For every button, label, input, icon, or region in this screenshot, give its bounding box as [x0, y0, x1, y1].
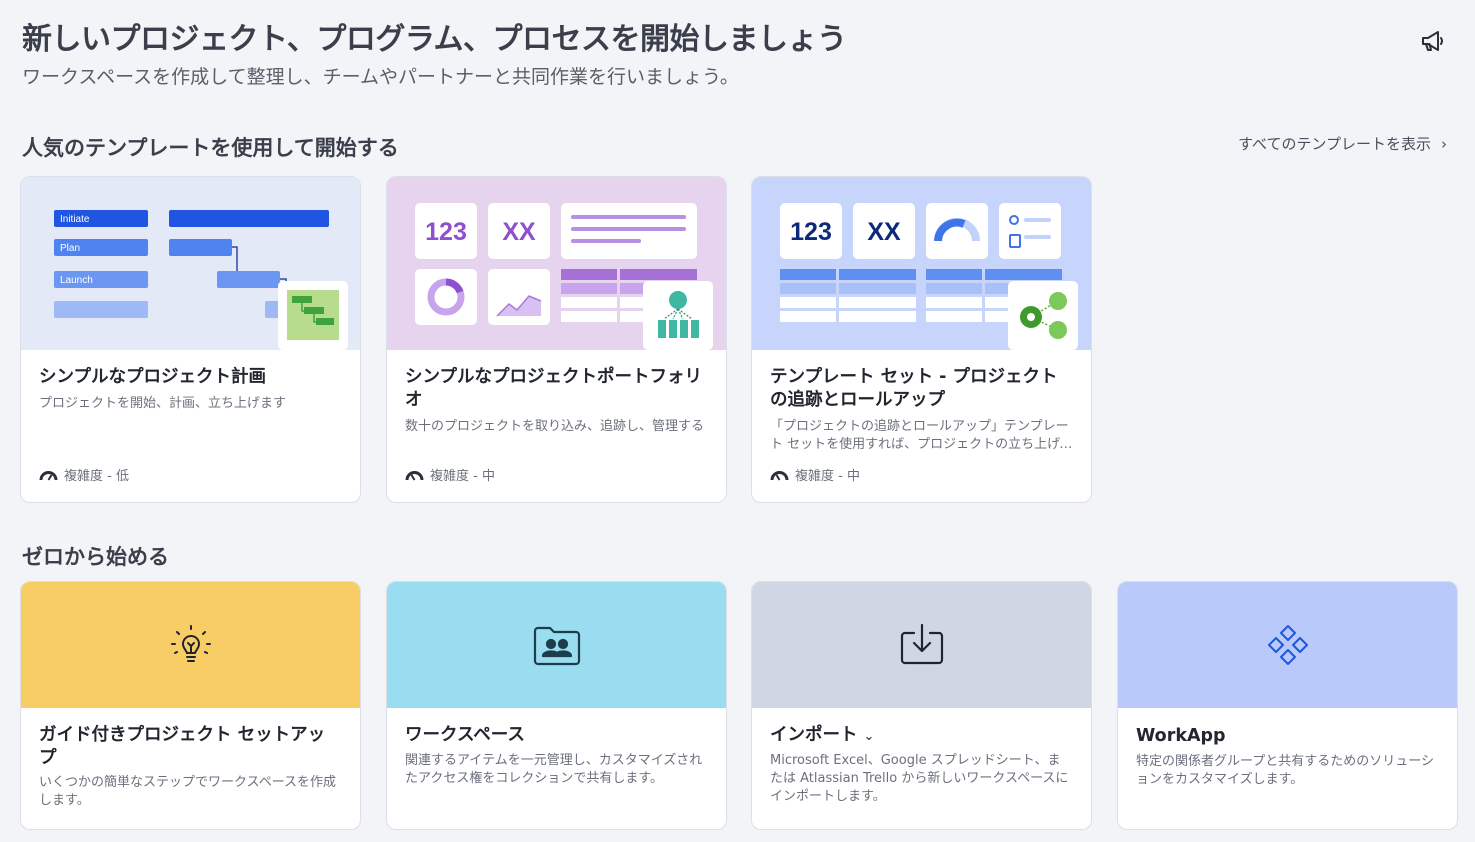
- complexity-indicator: 複雑度 - 中: [770, 465, 860, 484]
- tracking-rollup-thumbnail: 123 XX: [752, 177, 1091, 350]
- template-card-project-portfolio[interactable]: 123 XX シンプルなプロジェクトポートフォリオ 数十のプロジェクトを取り込み…: [386, 176, 727, 503]
- portfolio-thumbnail: 123 XX: [387, 177, 726, 350]
- import-desc: Microsoft Excel、Google スプレッドシート、または Atla…: [770, 753, 1069, 804]
- gauge-icon: [770, 470, 789, 481]
- import-title-row[interactable]: インポート ⌄: [770, 724, 1073, 748]
- gauge-icon: [39, 470, 58, 481]
- import-card[interactable]: インポート ⌄ Microsoft Excel、Google スプレッドシート、ま…: [751, 581, 1092, 830]
- page-title: 新しいプロジェクト、プログラム、プロセスを開始しましょう: [22, 22, 847, 57]
- gantt-label-initiate: Initiate: [60, 214, 90, 225]
- guided-setup-title: ガイド付きプロジェクト セットアップ: [39, 725, 326, 768]
- shared-folder-icon: [533, 626, 580, 666]
- view-all-label: すべてのテンプレートを表示: [1238, 135, 1431, 153]
- tile-xx: XX: [867, 218, 901, 246]
- workapp-card[interactable]: WorkApp 特定の関係者グループと共有するためのソリューションをカスタマイズ…: [1117, 581, 1458, 830]
- complexity-label: 複雑度 - 中: [430, 469, 495, 484]
- templates-heading: 人気のテンプレートを使用して開始する: [22, 136, 399, 160]
- tile-123: 123: [790, 218, 832, 246]
- import-banner: [752, 582, 1091, 708]
- view-all-templates-link[interactable]: すべてのテンプレートを表示 ›: [1238, 133, 1447, 154]
- template-card-desc: 「プロジェクトの追跡とロールアップ」テンプレート セットを使用すれば、プロジェク…: [770, 419, 1073, 452]
- gantt-thumbnail: Initiate Plan Launch: [21, 177, 360, 350]
- guided-setup-desc: いくつかの簡単なステップでワークスペースを作成します。: [39, 775, 337, 808]
- template-card-desc: 数十のプロジェクトを取り込み、追跡し、管理する: [405, 419, 705, 434]
- template-card-desc: プロジェクトを開始、計画、立ち上げます: [39, 396, 287, 411]
- template-card-title: シンプルなプロジェクトポートフォリオ: [405, 367, 702, 410]
- workspace-desc: 関連するアイテムを一元管理し、カスタマイズされたアクセス権をコレクションで共有し…: [405, 753, 703, 786]
- gantt-label-launch: Launch: [60, 275, 93, 286]
- tile-123: 123: [425, 218, 467, 246]
- complexity-label: 複雑度 - 中: [795, 469, 860, 484]
- complexity-indicator: 複雑度 - 低: [39, 465, 129, 484]
- chevron-down-icon: ⌄: [863, 729, 875, 744]
- import-title: インポート: [770, 725, 858, 745]
- workspace-title: ワークスペース: [405, 725, 525, 745]
- scratch-heading: ゼロから始める: [22, 545, 169, 569]
- gauge-icon: [405, 470, 424, 481]
- lightbulb-icon: [170, 625, 211, 662]
- template-card-title: シンプルなプロジェクト計画: [39, 367, 266, 387]
- workspace-card[interactable]: ワークスペース 関連するアイテムを一元管理し、カスタマイズされたアクセス権をコレ…: [386, 581, 727, 830]
- gantt-label-plan: Plan: [60, 243, 80, 254]
- workapp-desc: 特定の関係者グループと共有するためのソリューションをカスタマイズします。: [1136, 754, 1434, 787]
- megaphone-icon[interactable]: [1419, 27, 1447, 55]
- chevron-right-icon: ›: [1441, 135, 1447, 153]
- workapp-diamonds-icon: [1267, 625, 1308, 665]
- workapp-banner: [1118, 582, 1457, 708]
- template-card-simple-project-plan[interactable]: Initiate Plan Launch シンプルなプロジェクト計画 プロジェク…: [20, 176, 361, 503]
- template-card-tracking-rollup-set[interactable]: 123 XX テンプレート セット - プロジェクトの追跡とロールアップ 「プロ…: [751, 176, 1092, 503]
- complexity-label: 複雑度 - 低: [64, 469, 129, 484]
- workspace-banner: [387, 582, 726, 708]
- complexity-indicator: 複雑度 - 中: [405, 465, 495, 484]
- workapp-title: WorkApp: [1136, 726, 1226, 746]
- template-card-title: テンプレート セット - プロジェクトの追跡とロールアップ: [770, 367, 1058, 410]
- tile-xx: XX: [502, 218, 536, 246]
- page-subtitle: ワークスペースを作成して整理し、チームやパートナーと共同作業を行いましょう。: [22, 66, 739, 88]
- download-tray-icon: [900, 623, 943, 665]
- guided-setup-card[interactable]: ガイド付きプロジェクト セットアップ いくつかの簡単なステップでワークスペースを…: [20, 581, 361, 830]
- guided-setup-banner: [21, 582, 360, 708]
